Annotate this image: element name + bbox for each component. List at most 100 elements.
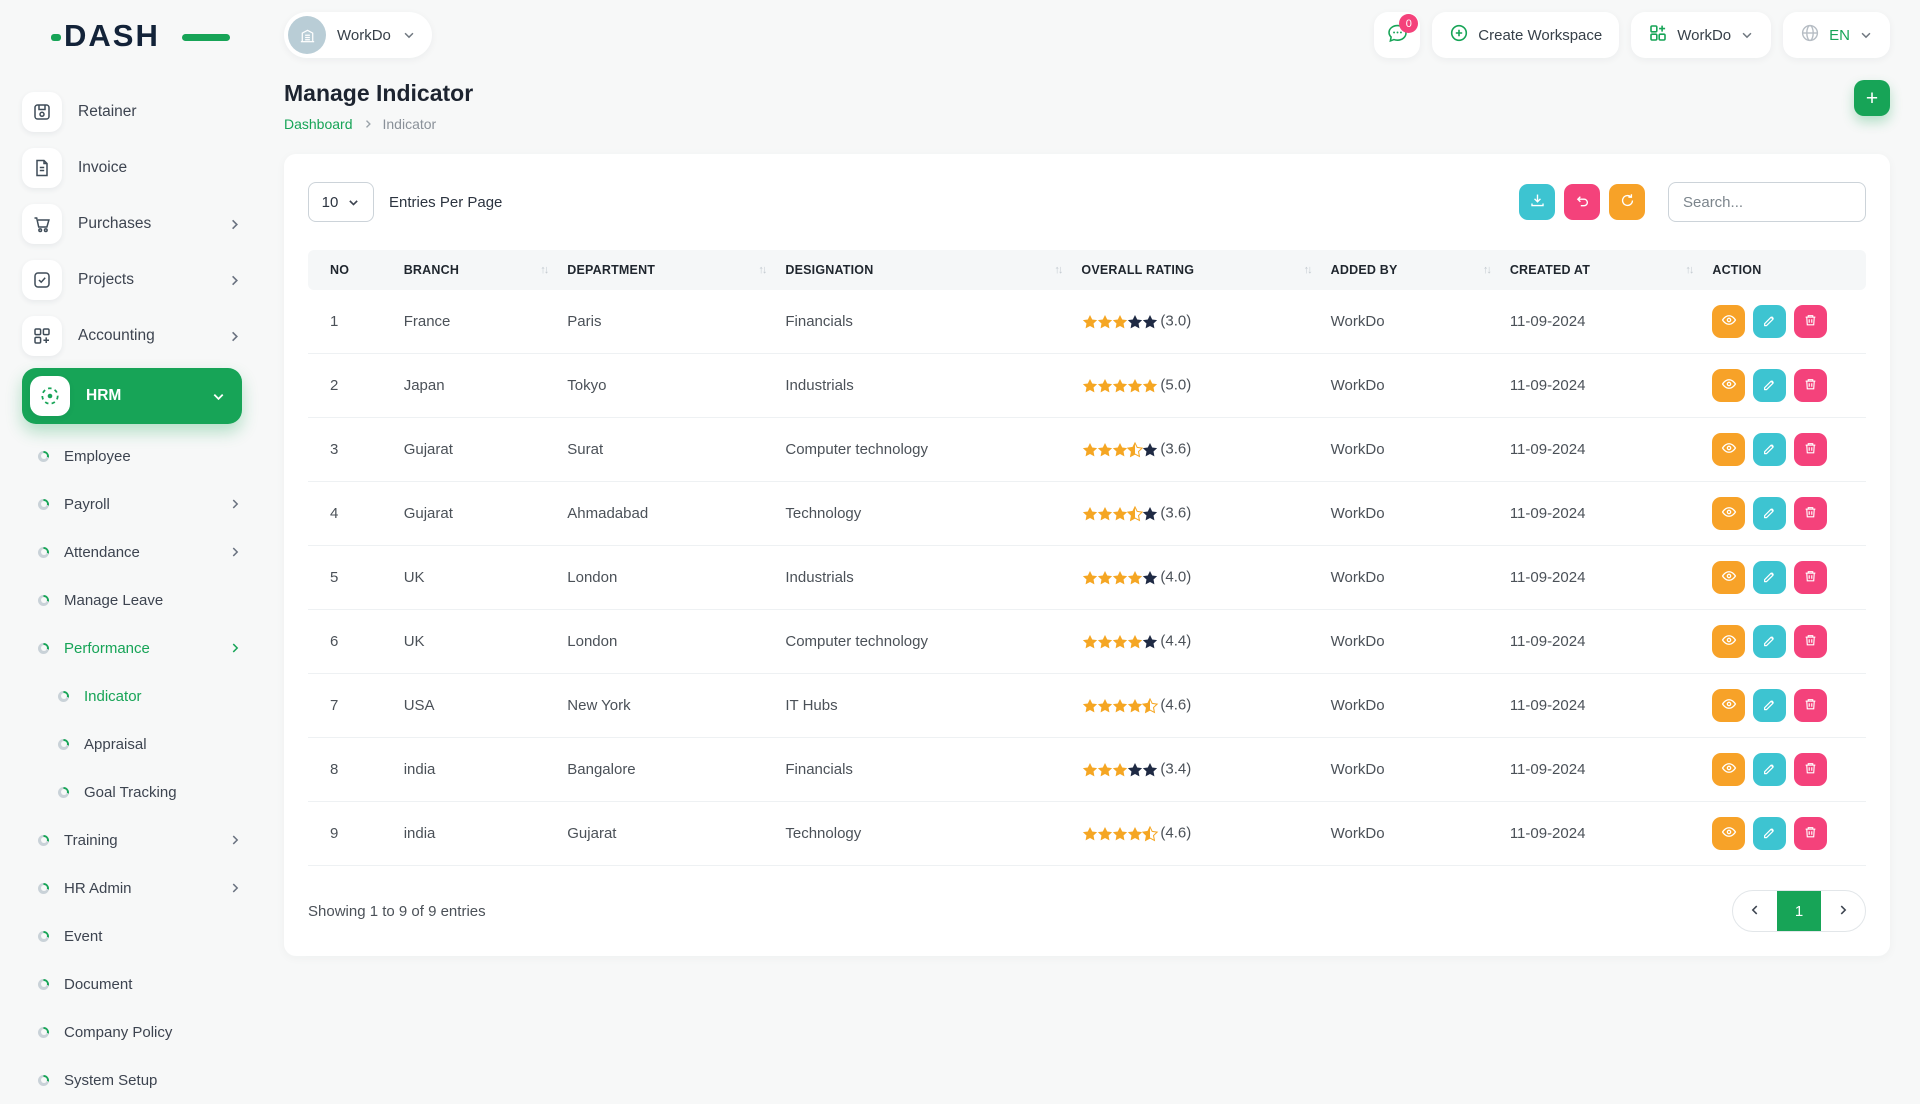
language-selector[interactable]: EN [1783,12,1890,58]
view-button[interactable] [1712,817,1745,850]
chevron-down-icon [1859,28,1873,42]
sidebar-item-payroll[interactable]: Payroll [38,480,242,528]
sidebar-item-manage-leave[interactable]: Manage Leave [38,576,242,624]
delete-button[interactable] [1794,497,1827,530]
view-button[interactable] [1712,689,1745,722]
edit-button[interactable] [1753,689,1786,722]
previous-page-button[interactable] [1733,891,1777,931]
cell-action [1702,418,1866,482]
sidebar-item-company-policy[interactable]: Company Policy [38,1008,242,1056]
delete-button[interactable] [1794,625,1827,658]
header-department[interactable]: DEPARTMENT↑↓ [557,250,775,290]
cell-designation: Computer technology [775,418,1071,482]
view-button[interactable] [1712,305,1745,338]
sidebar-item-accounting[interactable]: Accounting [22,312,242,360]
star-rating [1081,825,1160,843]
sidebar-item-invoice[interactable]: Invoice [22,144,242,192]
export-button[interactable] [1519,184,1555,220]
sidebar-item-appraisal[interactable]: Appraisal [58,720,242,768]
view-button[interactable] [1712,753,1745,786]
create-workspace-button[interactable]: Create Workspace [1432,12,1619,58]
header-action: ACTION [1702,250,1866,290]
sidebar-item-retainer[interactable]: Retainer [22,88,242,136]
edit-button[interactable] [1753,753,1786,786]
view-button[interactable] [1712,369,1745,402]
topbar: WorkDo 0 Create Workspace [284,10,1890,60]
sidebar-item-projects[interactable]: Projects [22,256,242,304]
sidebar-item-event[interactable]: Event [38,912,242,960]
sidebar-item-employee[interactable]: Employee [38,432,242,480]
app-layout: DASH Retainer Invoice Purchases [0,0,1920,1104]
entries-per-page-value: 10 [322,194,339,211]
sort-icon[interactable]: ↑↓ [1304,264,1311,276]
delete-button[interactable] [1794,689,1827,722]
sidebar-item-hr-admin[interactable]: HR Admin [38,864,242,912]
header-designation[interactable]: DESIGNATION↑↓ [775,250,1071,290]
hrm-icon [30,376,70,416]
workspace-menu-button[interactable]: WorkDo [1631,12,1771,58]
sort-icon[interactable]: ↑↓ [1685,264,1692,276]
delete-button[interactable] [1794,369,1827,402]
rating-value: (4.0) [1160,569,1191,586]
cell-department: Ahmadabad [557,482,775,546]
cell-designation: IT Hubs [775,674,1071,738]
breadcrumb-dashboard-link[interactable]: Dashboard [284,116,353,132]
sidebar-item-indicator[interactable]: Indicator [58,672,242,720]
header-branch[interactable]: BRANCH↑↓ [394,250,558,290]
sidebar-item-attendance[interactable]: Attendance [38,528,242,576]
edit-button[interactable] [1753,497,1786,530]
grid-plus-icon [22,316,62,356]
star-empty-icon [1141,569,1159,587]
chevron-right-icon [1836,903,1850,920]
pencil-icon [1762,633,1777,651]
edit-button[interactable] [1753,305,1786,338]
sidebar-item-hrm[interactable]: HRM [22,368,242,424]
entries-per-page-select[interactable]: 10 [308,182,374,222]
sort-icon[interactable]: ↑↓ [1054,264,1061,276]
delete-button[interactable] [1794,817,1827,850]
sidebar-item-system-setup[interactable]: System Setup [38,1056,242,1104]
sidebar-item-purchases[interactable]: Purchases [22,200,242,248]
sidebar-item-goal-tracking[interactable]: Goal Tracking [58,768,242,816]
current-page[interactable]: 1 [1777,891,1821,931]
cell-created-at: 11-09-2024 [1500,354,1703,418]
star-rating [1081,441,1160,459]
sidebar-item-document[interactable]: Document [38,960,242,1008]
delete-button[interactable] [1794,561,1827,594]
view-button[interactable] [1712,561,1745,594]
edit-button[interactable] [1753,625,1786,658]
edit-button[interactable] [1753,561,1786,594]
delete-button[interactable] [1794,753,1827,786]
refresh-button[interactable] [1609,184,1645,220]
sort-icon[interactable]: ↑↓ [540,264,547,276]
sort-icon[interactable]: ↑↓ [1483,264,1490,276]
reset-button[interactable] [1564,184,1600,220]
cell-department: New York [557,674,775,738]
sort-icon[interactable]: ↑↓ [758,264,765,276]
trash-icon [1803,569,1818,587]
next-page-button[interactable] [1821,891,1865,931]
edit-button[interactable] [1753,369,1786,402]
table-row: 2JapanTokyoIndustrials(5.0)WorkDo11-09-2… [308,354,1866,418]
view-button[interactable] [1712,433,1745,466]
star-empty-icon [1141,761,1159,779]
edit-button[interactable] [1753,433,1786,466]
breadcrumb-current: Indicator [383,116,437,132]
header-overall-rating[interactable]: OVERALL RATING↑↓ [1071,250,1320,290]
delete-button[interactable] [1794,305,1827,338]
add-indicator-button[interactable]: + [1854,80,1890,116]
header-added-by[interactable]: ADDED BY↑↓ [1321,250,1500,290]
edit-button[interactable] [1753,817,1786,850]
sidebar-item-performance[interactable]: Performance [38,624,242,672]
workspace-switcher[interactable]: WorkDo [284,12,432,58]
view-button[interactable] [1712,625,1745,658]
cell-department: London [557,546,775,610]
view-button[interactable] [1712,497,1745,530]
delete-button[interactable] [1794,433,1827,466]
sidebar-item-training[interactable]: Training [38,816,242,864]
sidebar-item-label: Appraisal [84,736,147,753]
search-input[interactable] [1668,182,1866,222]
header-created-at[interactable]: CREATED AT↑↓ [1500,250,1703,290]
eye-icon [1721,760,1737,779]
chat-button[interactable]: 0 [1374,12,1420,58]
